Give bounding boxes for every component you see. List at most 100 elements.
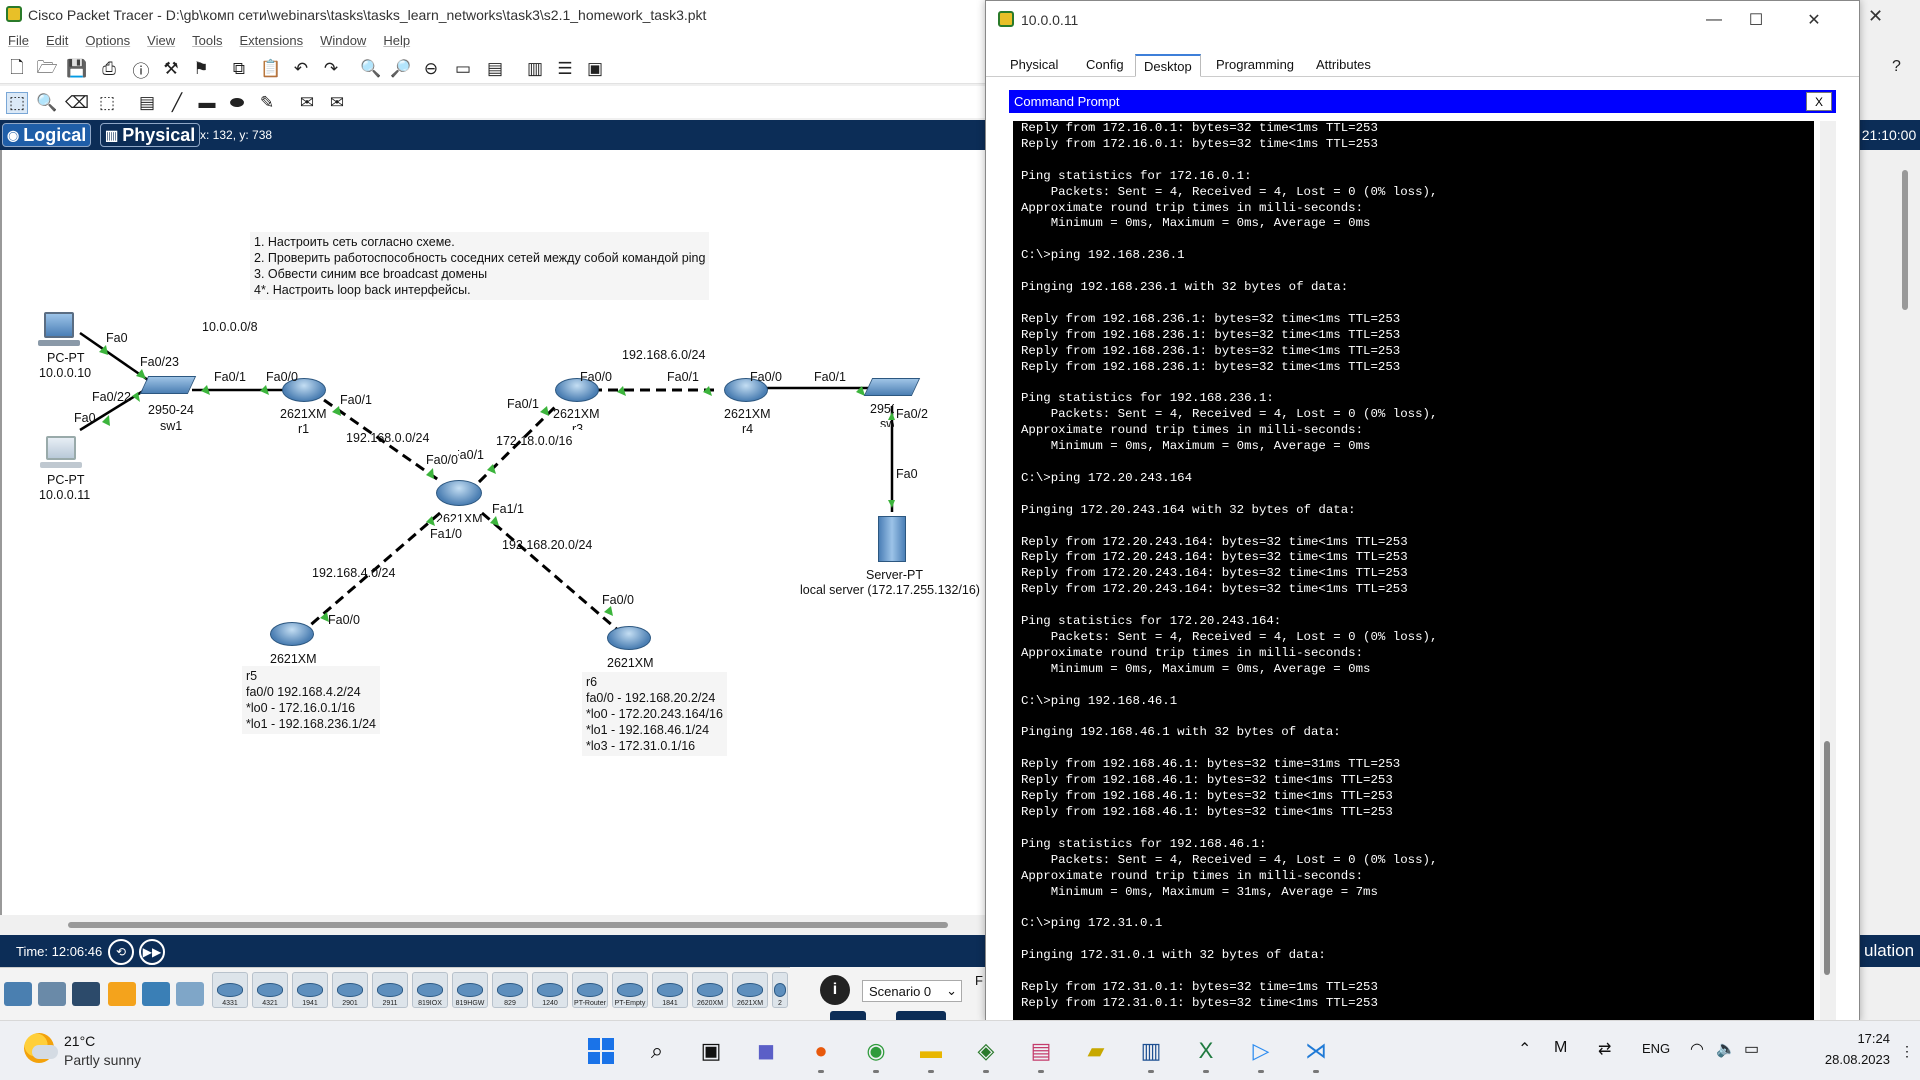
terminal-scrollbar[interactable] — [1820, 121, 1836, 1021]
scenario-select[interactable]: Scenario 0 ⌄ — [862, 980, 962, 1002]
chrome-icon[interactable]: ◉ — [860, 1035, 892, 1073]
maximize-icon[interactable]: ☐ — [1733, 7, 1779, 33]
device-1941[interactable]: 1941 — [292, 972, 328, 1008]
info-icon[interactable]: i — [820, 975, 850, 1005]
gmail-icon[interactable]: M — [1554, 1039, 1567, 1057]
device-819hgw[interactable]: 819HGW — [452, 972, 488, 1008]
pc0-icon[interactable] — [44, 312, 74, 338]
zoom-out-icon[interactable]: ⊖ — [420, 58, 442, 80]
menu-view[interactable]: View — [139, 30, 184, 48]
logical-workspace[interactable]: 1. Настроить сеть согласно схеме. 2. Про… — [0, 150, 985, 915]
undo-icon[interactable]: ↶ — [290, 58, 312, 80]
notifications-icon[interactable]: ⋮ — [1900, 1043, 1914, 1060]
notes-app-icon[interactable]: ▤ — [1025, 1035, 1057, 1073]
delete-icon[interactable]: ⌫ — [65, 92, 89, 114]
close-icon[interactable]: ✕ — [1791, 7, 1837, 33]
sw2-switch-icon[interactable] — [863, 378, 921, 396]
freeform-icon[interactable]: ✎ — [256, 92, 278, 114]
simulation-mode-tab[interactable]: ulation — [1860, 935, 1920, 967]
copy-icon[interactable]: ⧉ — [228, 58, 250, 80]
resize-shape-icon[interactable]: ⬚ — [96, 92, 118, 114]
sync-icon[interactable]: ⇄ — [1598, 1039, 1611, 1059]
place-note-icon[interactable]: ▤ — [136, 92, 158, 114]
excel-icon[interactable]: X — [1190, 1035, 1222, 1073]
tab-config[interactable]: Config — [1078, 54, 1132, 77]
notepad-icon[interactable]: ▥ — [1135, 1035, 1167, 1073]
firefox-icon[interactable]: ● — [805, 1035, 837, 1073]
battery-icon[interactable]: ▭ — [1744, 1039, 1759, 1059]
chat-icon[interactable]: ◼ — [750, 1035, 782, 1067]
device-829[interactable]: 829 — [492, 972, 528, 1008]
pt-help-icon[interactable]: ? — [1892, 58, 1901, 76]
r6-router-icon[interactable] — [607, 626, 651, 650]
wifi-icon[interactable]: ◠ — [1690, 1039, 1704, 1059]
device-2911[interactable]: 2911 — [372, 972, 408, 1008]
sw1-switch-icon[interactable] — [139, 376, 197, 394]
info-icon[interactable]: ⓘ — [130, 58, 152, 81]
paste-icon[interactable]: 📋 — [260, 58, 282, 80]
start-windows-icon[interactable] — [585, 1035, 617, 1067]
packet-tracer-taskbar-icon[interactable]: ◈ — [970, 1035, 1002, 1073]
select-tool-icon[interactable]: ⬚ — [6, 92, 28, 114]
central-router-icon[interactable] — [436, 480, 482, 506]
end-devices-icon[interactable] — [38, 982, 66, 1006]
tab-programming[interactable]: Programming — [1208, 54, 1302, 77]
workspace-horizontal-scrollbar[interactable] — [68, 922, 948, 928]
physical-view-tab[interactable]: ▥ Physical — [100, 123, 201, 147]
tab-attributes[interactable]: Attributes — [1308, 54, 1379, 77]
tab-desktop[interactable]: Desktop — [1135, 54, 1201, 77]
network-devices-icon[interactable] — [4, 982, 32, 1006]
taskbar-time[interactable]: 17:24 — [1830, 1031, 1890, 1046]
task-view-icon[interactable]: ▣ — [695, 1035, 727, 1067]
connections-icon[interactable] — [108, 982, 136, 1006]
tab-physical[interactable]: Physical — [1002, 54, 1066, 77]
device-4321[interactable]: 4321 — [252, 972, 288, 1008]
device-pt-router[interactable]: PT-Router — [572, 972, 608, 1008]
device-2620xm[interactable]: 2620XM — [692, 972, 728, 1008]
screenshot-icon[interactable]: ▣ — [584, 58, 606, 80]
network-info-icon[interactable]: ☰ — [554, 58, 576, 80]
menu-edit[interactable]: Edit — [38, 30, 77, 48]
activity-wizard-icon[interactable]: ⚑ — [190, 58, 212, 80]
new-scenario-button[interactable] — [830, 1011, 866, 1020]
vscode-icon[interactable]: ⋊ — [1300, 1035, 1332, 1073]
minimize-icon[interactable]: — — [1691, 7, 1737, 33]
redo-icon[interactable]: ↷ — [320, 58, 342, 80]
menu-options[interactable]: Options — [77, 30, 139, 48]
inspect-icon[interactable]: 🔍 — [36, 92, 58, 114]
device-pt-empty[interactable]: PT-Empty — [612, 972, 648, 1008]
open-folder-icon[interactable]: 🗁 — [36, 58, 58, 80]
add-complex-pdu-icon[interactable]: ✉ — [326, 92, 348, 114]
command-prompt-close-button[interactable]: X — [1806, 92, 1832, 111]
device-1240[interactable]: 1240 — [532, 972, 568, 1008]
add-simple-pdu-icon[interactable]: ✉ — [296, 92, 318, 114]
search-icon[interactable]: ⌕ — [641, 1035, 673, 1067]
language-indicator[interactable]: ENG — [1642, 1041, 1670, 1056]
draw-ellipse-icon[interactable]: ⬬ — [226, 92, 248, 114]
volume-icon[interactable]: 🔈 — [1716, 1039, 1736, 1059]
menu-tools[interactable]: Tools — [184, 30, 231, 48]
server-icon[interactable] — [878, 516, 906, 562]
taskbar-date[interactable]: 28.08.2023 — [1790, 1052, 1890, 1067]
custom-device-icon[interactable]: ▤ — [484, 58, 506, 80]
zoom-reset-icon[interactable]: 🔎 — [390, 58, 412, 80]
misc-icon[interactable] — [142, 982, 170, 1006]
r5-router-icon[interactable] — [270, 622, 314, 646]
draw-rectangle-icon[interactable]: ▬ — [196, 92, 218, 114]
logical-view-tab[interactable]: ◉ Logical — [2, 123, 92, 147]
chevron-up-icon[interactable]: ⌃ — [1518, 1039, 1531, 1059]
fast-forward-icon[interactable]: ▶▶ — [139, 939, 165, 965]
file-explorer-icon[interactable]: ▬ — [915, 1035, 947, 1073]
media-player-icon[interactable]: ▷ — [1245, 1035, 1277, 1073]
save-icon[interactable]: 💾 — [66, 58, 88, 80]
device-1841[interactable]: 1841 — [652, 972, 688, 1008]
pt-close-icon[interactable]: ✕ — [1868, 6, 1883, 27]
device-more[interactable]: 2 — [772, 972, 788, 1008]
weather-temperature[interactable]: 21°C — [64, 1033, 95, 1049]
pdu-list-icon[interactable]: ▥ — [524, 58, 546, 80]
zoom-in-icon[interactable]: 🔍 — [360, 58, 382, 80]
menu-help[interactable]: Help — [375, 30, 419, 48]
pc1-icon[interactable] — [46, 436, 76, 460]
weather-condition[interactable]: Partly sunny — [64, 1052, 141, 1068]
components-icon[interactable] — [72, 982, 100, 1006]
